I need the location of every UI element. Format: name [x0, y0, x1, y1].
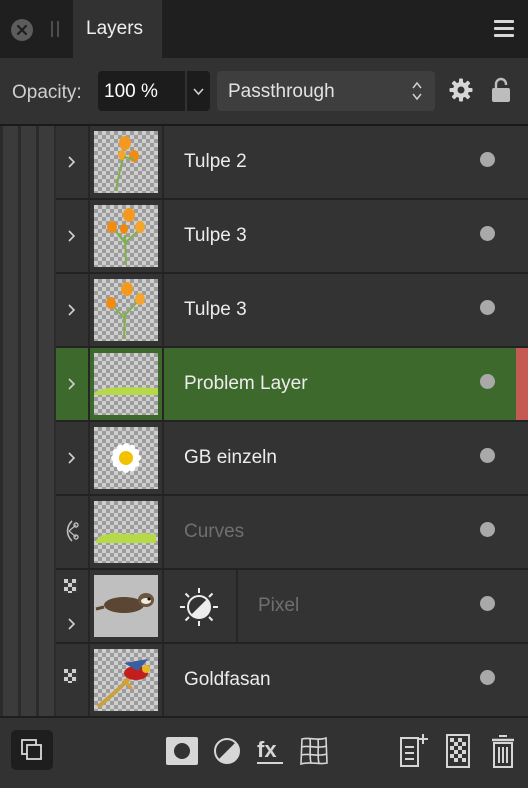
- layer-depth-strips: [0, 126, 56, 716]
- layer-thumbnail[interactable]: [90, 644, 164, 716]
- layer-name[interactable]: GB einzeln: [184, 447, 277, 469]
- hamburger-menu-icon[interactable]: [494, 20, 514, 38]
- tulip-thumbnail: [94, 205, 158, 267]
- chevron-right-icon: [68, 156, 76, 168]
- pages-button[interactable]: [11, 730, 53, 770]
- expand-toggle[interactable]: [56, 422, 90, 494]
- svg-text:fx: fx: [257, 737, 277, 762]
- drag-handle-icon[interactable]: [51, 21, 59, 37]
- tulip-thumbnail: [94, 131, 158, 193]
- layer-thumbnail[interactable]: [90, 274, 164, 346]
- chevron-right-icon: [68, 304, 76, 316]
- layer-thumbnail[interactable]: [90, 126, 164, 198]
- layer-row[interactable]: Pixel: [56, 570, 528, 642]
- visibility-dot-icon[interactable]: [480, 448, 495, 463]
- tab-layers-label: Layers: [86, 18, 144, 39]
- blend-mode-select[interactable]: Passthrough: [217, 71, 435, 111]
- blend-mode-value: Passthrough: [228, 81, 335, 102]
- layer-thumbnail[interactable]: [90, 570, 164, 642]
- layer-thumbnail[interactable]: [90, 422, 164, 494]
- layer-row[interactable]: Curves: [56, 496, 528, 568]
- pixel-layer-icon: [64, 579, 78, 593]
- adjustment-icon[interactable]: [212, 736, 242, 766]
- layer-name[interactable]: Pixel: [258, 595, 299, 617]
- expand-toggle[interactable]: [56, 570, 90, 642]
- visibility-dot-icon[interactable]: [480, 374, 495, 389]
- visibility-dot-icon[interactable]: [480, 152, 495, 167]
- pages-icon: [21, 739, 42, 760]
- gear-icon[interactable]: [448, 77, 474, 103]
- mask-icon[interactable]: [166, 737, 198, 765]
- chevron-right-icon: [68, 378, 76, 390]
- tulip-thumbnail: [94, 279, 158, 341]
- layer-name[interactable]: Tulpe 3: [184, 225, 247, 247]
- panel-titlebar: Layers: [0, 0, 528, 58]
- adjustment-cell[interactable]: [164, 570, 238, 642]
- pixel-layer-icon: [64, 669, 78, 683]
- layer-row[interactable]: Tulpe 3: [56, 274, 528, 346]
- tab-layers[interactable]: Layers: [73, 0, 162, 58]
- layer-name[interactable]: Curves: [184, 521, 244, 543]
- layer-color-marker: [516, 348, 528, 420]
- layer-row[interactable]: Tulpe 3: [56, 200, 528, 272]
- visibility-dot-icon[interactable]: [480, 522, 495, 537]
- curves-adjustment-icon: [66, 520, 79, 542]
- opacity-value: 100 %: [104, 81, 158, 102]
- opacity-dropdown-button[interactable]: [187, 71, 210, 111]
- visibility-dot-icon[interactable]: [480, 670, 495, 685]
- layer-type-cell: [56, 496, 90, 568]
- add-layer-icon[interactable]: [398, 733, 430, 769]
- layer-name[interactable]: Goldfasan: [184, 669, 271, 691]
- grass-thumbnail: [94, 353, 158, 415]
- opacity-label: Opacity:: [12, 82, 82, 103]
- opacity-input[interactable]: 100 %: [98, 71, 185, 111]
- brightness-contrast-icon: [180, 588, 218, 626]
- chevron-right-icon: [68, 452, 76, 464]
- layer-name[interactable]: Tulpe 3: [184, 299, 247, 321]
- layer-row-selected[interactable]: Problem Layer: [56, 348, 528, 420]
- layer-row[interactable]: Tulpe 2: [56, 126, 528, 198]
- layer-name[interactable]: Tulpe 2: [184, 151, 247, 173]
- layer-thumbnail[interactable]: [90, 496, 164, 568]
- pixel-layer-icon[interactable]: [446, 734, 470, 768]
- layers-bottom-toolbar: fx: [0, 716, 528, 788]
- expand-toggle[interactable]: [56, 126, 90, 198]
- layer-row[interactable]: Goldfasan: [56, 644, 528, 716]
- visibility-dot-icon[interactable]: [480, 596, 495, 611]
- chevron-right-icon: [68, 230, 76, 242]
- mesh-warp-icon[interactable]: [298, 735, 330, 767]
- visibility-dot-icon[interactable]: [480, 300, 495, 315]
- pheasant-thumbnail: [94, 649, 158, 711]
- chevron-down-icon: [193, 88, 204, 96]
- visibility-dot-icon[interactable]: [480, 226, 495, 241]
- layer-thumbnail[interactable]: [90, 348, 164, 420]
- lock-icon[interactable]: [490, 77, 512, 103]
- trash-icon[interactable]: [490, 733, 516, 769]
- expand-toggle[interactable]: [56, 274, 90, 346]
- grass-thumbnail: [94, 501, 158, 563]
- fx-icon[interactable]: fx: [255, 735, 285, 767]
- chevron-right-icon: [68, 618, 76, 630]
- layers-list: Tulpe 2 Tulpe 3 Tulpe 3 Problem Layer GB…: [56, 126, 528, 716]
- ferret-thumbnail: [94, 575, 158, 637]
- close-icon[interactable]: [11, 19, 33, 41]
- expand-toggle[interactable]: [56, 200, 90, 272]
- layer-name[interactable]: Problem Layer: [184, 373, 308, 395]
- daisy-thumbnail: [94, 427, 158, 489]
- updown-arrows-icon: [412, 81, 422, 101]
- layer-thumbnail[interactable]: [90, 200, 164, 272]
- expand-toggle[interactable]: [56, 348, 90, 420]
- layer-type-cell: [56, 644, 90, 716]
- layer-row[interactable]: GB einzeln: [56, 422, 528, 494]
